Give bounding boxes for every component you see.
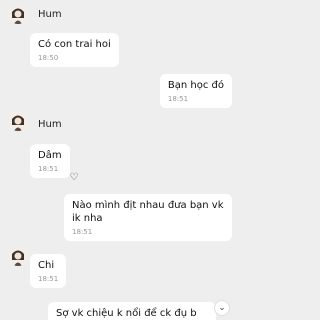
incoming-message[interactable]: Dâm 18:51 (30, 144, 70, 178)
avatar-illustration-icon (8, 246, 28, 266)
chevron-down-icon[interactable]: ⌄ (214, 300, 230, 316)
message-text: Có con trai hoi (38, 39, 111, 50)
sender-name: Hum (38, 9, 62, 20)
avatar-illustration-icon (8, 111, 28, 131)
sender-avatar[interactable] (8, 111, 28, 131)
heart-icon[interactable]: ♡ (69, 173, 79, 183)
sender-name: Hum (38, 119, 62, 130)
sender-avatar[interactable] (8, 246, 28, 266)
incoming-message[interactable]: Có con trai hoi 18:50 (30, 33, 119, 67)
message-text: Bạn học đó (167, 80, 224, 91)
avatar-illustration-icon (8, 4, 28, 24)
outgoing-message[interactable]: Nào mình địt nhau đưa bạn vk ik nha 18:5… (64, 194, 232, 241)
message-time: 18:51 (72, 228, 93, 236)
message-text: Chi (38, 260, 55, 271)
outgoing-message[interactable]: Bạn học đó 18:51 (159, 74, 232, 108)
message-time: 18:51 (38, 275, 59, 283)
message-time: 18:50 (38, 54, 59, 62)
sender-avatar[interactable] (8, 4, 28, 24)
outgoing-message[interactable]: Sợ vk chiệu k nổi để ck đụ b (48, 302, 216, 320)
message-text: Dâm (38, 150, 62, 161)
message-text: Sợ vk chiệu k nổi để ck đụ b (56, 308, 197, 319)
incoming-message[interactable]: Chi 18:51 (30, 254, 67, 288)
message-text: Nào mình địt nhau đưa bạn vk ik nha (72, 200, 224, 224)
message-time: 18:51 (38, 165, 59, 173)
chat-thread: Hum Có con trai hoi 18:50 Bạn học đó 18:… (0, 0, 240, 320)
message-time: 18:51 (167, 95, 189, 103)
